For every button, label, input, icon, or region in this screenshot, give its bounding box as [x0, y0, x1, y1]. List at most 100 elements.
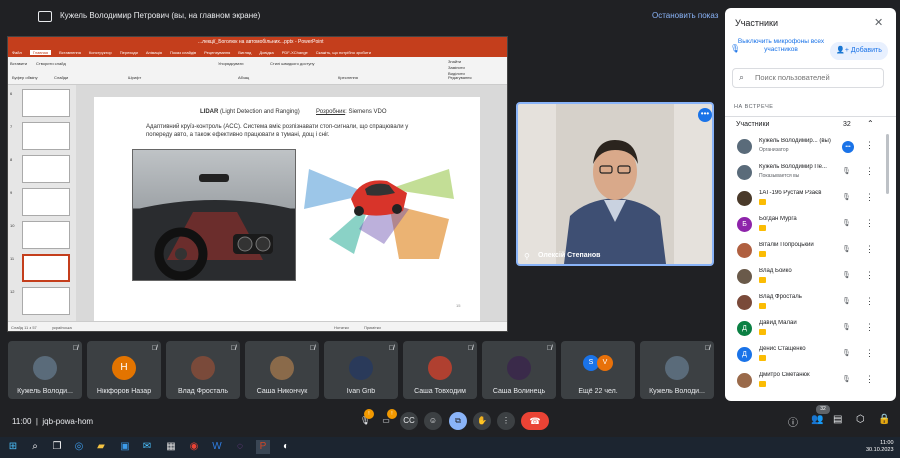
- participant-tile[interactable]: 🎙̸ Саша Никончук: [245, 341, 319, 399]
- slide-thumbnail[interactable]: [22, 188, 70, 216]
- mic-off-icon[interactable]: 🎙: [842, 271, 851, 279]
- word-icon[interactable]: W: [210, 440, 224, 454]
- participant-tile[interactable]: Н 🎙̸ Нікіфоров Назар: [87, 341, 161, 399]
- slide-thumbnail[interactable]: [22, 221, 70, 249]
- mic-off-icon[interactable]: 🎙: [842, 297, 851, 305]
- ribbon-tab[interactable]: Конструктор: [89, 50, 112, 55]
- raise-hand-button[interactable]: ✋: [473, 412, 491, 430]
- ribbon-tab[interactable]: Скажіть, що потрібно зробити: [316, 50, 371, 55]
- more-vert-icon[interactable]: ⋮: [865, 244, 874, 255]
- more-vert-icon[interactable]: ⋮: [865, 192, 874, 203]
- add-people-button[interactable]: 👤+ Добавить: [830, 42, 888, 60]
- mic-off-icon[interactable]: 🎙: [842, 323, 851, 331]
- ribbon-tab[interactable]: Рецензування: [204, 50, 230, 55]
- ribbon-button[interactable]: Вставити: [10, 61, 27, 66]
- participant-row[interactable]: Кужель Володимир... (вы) Организатор ••• ⋮: [725, 136, 891, 160]
- more-vert-icon[interactable]: ⋮: [865, 296, 874, 307]
- participant-row[interactable]: Дмитро Сметанюк 🎙 ⋮: [725, 370, 891, 394]
- more-vert-icon[interactable]: ⋮: [865, 140, 874, 151]
- slide-thumbnail[interactable]: [22, 122, 70, 150]
- participant-tile[interactable]: 🎙̸ Кужель Володи...: [8, 341, 82, 399]
- speaking-indicator-icon[interactable]: •••: [842, 141, 854, 153]
- mute-all-button[interactable]: Выключить микрофоны всех участников: [735, 38, 827, 64]
- activities-button[interactable]: ⬡: [856, 414, 865, 425]
- more-options-button[interactable]: ⋮: [497, 412, 515, 430]
- mic-off-icon[interactable]: 🎙: [842, 375, 851, 383]
- ribbon-tab[interactable]: Вставлення: [59, 50, 81, 55]
- panel-scrollbar[interactable]: [886, 134, 889, 194]
- main-video-tile[interactable]: ••• ⚲ Олексій Степанов: [516, 102, 714, 266]
- ribbon-tab[interactable]: Вигляд: [238, 50, 251, 55]
- ribbon-button[interactable]: Стилі швидкого доступу: [270, 61, 315, 66]
- viber-icon[interactable]: ◌: [233, 440, 247, 454]
- edge-icon[interactable]: ◎: [72, 440, 86, 454]
- ribbon-button[interactable]: Створити слайд: [36, 61, 66, 66]
- participant-row[interactable]: Д Денис Стащенко 🎙 ⋮: [725, 344, 891, 368]
- people-button[interactable]: 👥: [811, 414, 823, 425]
- end-call-button[interactable]: ☎: [521, 412, 549, 430]
- more-vert-icon[interactable]: ⋮: [865, 166, 874, 177]
- stop-presenting-button[interactable]: Остановить показ: [652, 11, 718, 20]
- taskbar-clock[interactable]: 11:00 30.10.2023: [866, 440, 894, 454]
- slide-thumbnail[interactable]: [22, 254, 70, 282]
- participant-tile[interactable]: 🎙̸ Саша Волинець: [482, 341, 556, 399]
- close-icon[interactable]: ✕: [874, 16, 883, 29]
- ribbon-tab[interactable]: Главная: [29, 50, 52, 55]
- host-controls-button[interactable]: 🔒: [878, 414, 890, 425]
- slide-thumbnail[interactable]: [22, 155, 70, 183]
- file-explorer-icon[interactable]: ▰: [94, 440, 108, 454]
- participants-section-header[interactable]: Участники 32 ⌃: [725, 116, 896, 132]
- slide-thumbnail[interactable]: [22, 287, 70, 315]
- ribbon-tab[interactable]: Анімація: [146, 50, 162, 55]
- video-more-options-icon[interactable]: •••: [698, 108, 712, 122]
- participant-row[interactable]: Віталій Попроцький 🎙 ⋮: [725, 240, 891, 264]
- ribbon-tab[interactable]: Довідка: [259, 50, 273, 55]
- more-vert-icon[interactable]: ⋮: [865, 348, 874, 359]
- participant-row[interactable]: Кужель Володимир Пе... Показывается вы 🎙 ⋮: [725, 162, 891, 186]
- slide-thumbnail[interactable]: [22, 89, 70, 117]
- present-button[interactable]: ⧉: [449, 412, 467, 430]
- mail-icon[interactable]: ✉: [140, 440, 154, 454]
- powerpoint-icon[interactable]: P: [256, 440, 270, 454]
- more-vert-icon[interactable]: ⋮: [865, 218, 874, 229]
- app-icon[interactable]: ▦: [164, 440, 178, 454]
- participant-tile[interactable]: 🎙̸ Саша Товходим: [403, 341, 477, 399]
- windows-start-icon[interactable]: ⊞: [6, 440, 20, 454]
- search-taskbar-icon[interactable]: ⌕: [28, 440, 42, 454]
- participant-tile[interactable]: S V Ещё 22 чел.: [561, 341, 635, 399]
- chrome-icon[interactable]: ◉: [187, 440, 201, 454]
- mic-off-icon[interactable]: 🎙: [842, 219, 851, 227]
- more-vert-icon[interactable]: ⋮: [865, 374, 874, 385]
- ribbon-button[interactable]: Упорядкувати: [218, 61, 244, 66]
- ribbon-tab[interactable]: PDF-XChange: [282, 50, 308, 55]
- participant-row[interactable]: Влад Фросталь 🎙 ⋮: [725, 292, 891, 316]
- ribbon-tab[interactable]: Переходи: [120, 50, 138, 55]
- store-icon[interactable]: ▣: [118, 440, 132, 454]
- mic-off-icon[interactable]: 🎙: [842, 167, 851, 175]
- mic-off-icon[interactable]: 🎙: [842, 349, 851, 357]
- participant-tile[interactable]: 🎙̸ Влад Фросталь: [166, 341, 240, 399]
- mic-off-icon[interactable]: 🎙: [842, 245, 851, 253]
- search-box[interactable]: ⌕: [732, 68, 884, 88]
- pin-icon[interactable]: ⚲: [524, 252, 530, 261]
- mic-off-icon[interactable]: 🎙: [842, 193, 851, 201]
- comments-button[interactable]: Примітки: [364, 325, 381, 330]
- chevron-up-icon[interactable]: ⌃: [867, 119, 874, 128]
- search-input[interactable]: [755, 73, 881, 82]
- notes-button[interactable]: Нотатки: [334, 325, 349, 330]
- emoji-button[interactable]: ☺: [424, 412, 442, 430]
- ribbon-tab[interactable]: Файл: [12, 50, 22, 55]
- more-vert-icon[interactable]: ⋮: [865, 322, 874, 333]
- participant-row[interactable]: Д Давид Малай 🎙 ⋮: [725, 318, 891, 342]
- captions-button[interactable]: CC: [400, 412, 418, 430]
- ribbon-button[interactable]: Замінити: [448, 65, 465, 70]
- chat-button[interactable]: ▤: [833, 414, 842, 425]
- ribbon-button[interactable]: Знайти: [448, 59, 461, 64]
- participant-row[interactable]: Б Богдан Мурга 🎙 ⋮: [725, 214, 891, 238]
- participant-tile[interactable]: 🎙̸ Ivan Grib: [324, 341, 398, 399]
- info-button[interactable]: ⓘ: [788, 414, 798, 429]
- participant-tile[interactable]: 🎙̸ Кужель Володи...: [640, 341, 714, 399]
- task-view-icon[interactable]: ❐: [50, 440, 64, 454]
- participant-row[interactable]: 1АТ-19б Рустам Рзаєв 🎙 ⋮: [725, 188, 891, 212]
- ribbon-tab[interactable]: Показ слайдів: [170, 50, 196, 55]
